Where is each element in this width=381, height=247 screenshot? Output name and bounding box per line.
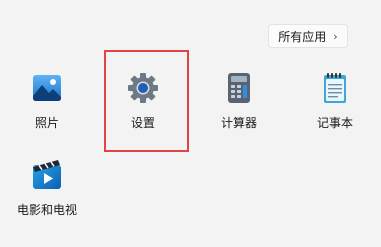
app-label: 照片 xyxy=(34,116,59,130)
all-apps-button[interactable]: 所有应用 › xyxy=(268,24,348,48)
photos-icon xyxy=(33,75,61,101)
all-apps-label: 所有应用 xyxy=(278,29,327,44)
chevron-right-icon: › xyxy=(333,29,338,43)
app-tile-notepad[interactable]: 记事本 xyxy=(292,72,378,152)
movies-tv-icon xyxy=(33,160,61,189)
app-tile-calculator[interactable]: 计算器 xyxy=(196,72,282,152)
app-label: 记事本 xyxy=(316,116,353,130)
app-label: 计算器 xyxy=(220,116,257,130)
calculator-icon xyxy=(228,73,250,103)
app-tile-movies-tv[interactable]: 电影和电视 xyxy=(4,159,90,239)
app-label: 电影和电视 xyxy=(16,203,77,217)
notepad-icon xyxy=(324,73,346,103)
app-tile-photos[interactable]: 照片 xyxy=(4,72,90,152)
selection-highlight-box xyxy=(104,50,189,152)
